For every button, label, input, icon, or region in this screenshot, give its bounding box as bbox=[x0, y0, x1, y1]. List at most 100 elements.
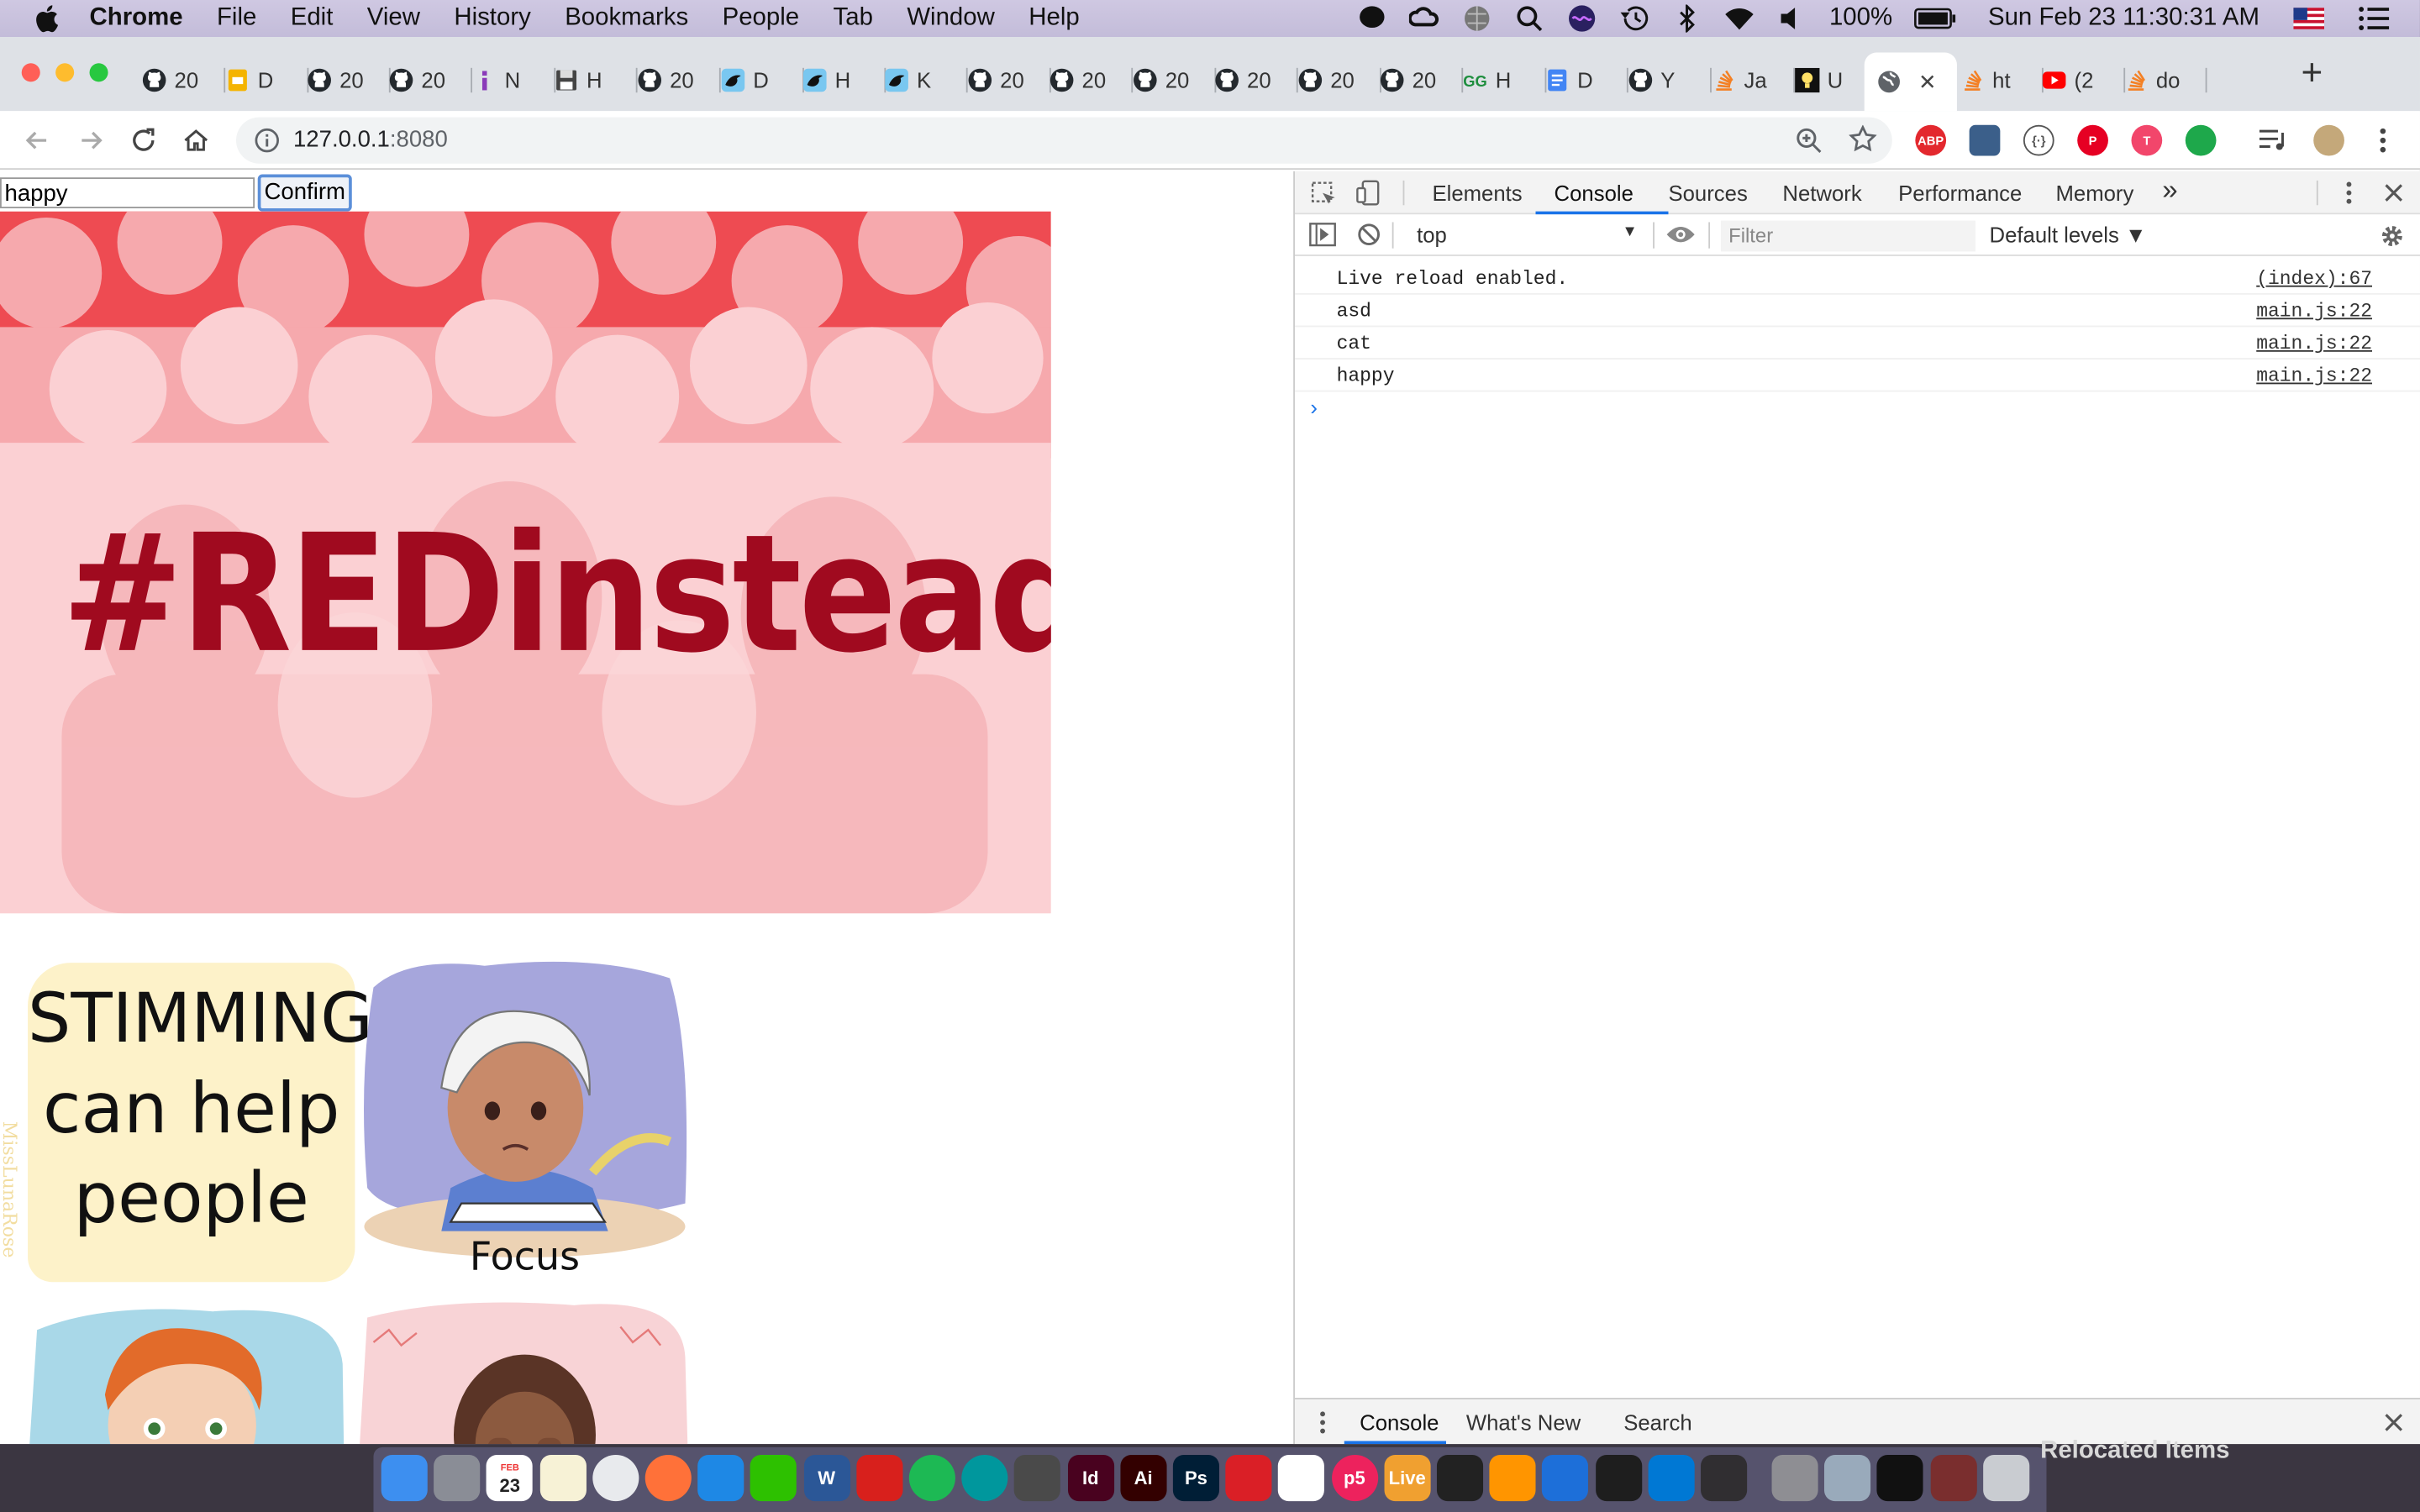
dock-creative-cloud-icon[interactable] bbox=[1225, 1455, 1272, 1502]
browser-tab[interactable]: 20 bbox=[1214, 59, 1298, 102]
bookmark-star-icon[interactable] bbox=[1849, 124, 1877, 153]
browser-tab[interactable]: K bbox=[884, 59, 968, 102]
dock-wechat-icon[interactable] bbox=[750, 1455, 797, 1502]
console-settings-gear-icon[interactable] bbox=[2378, 222, 2406, 257]
browser-tab[interactable]: (2 bbox=[2042, 59, 2126, 102]
forward-button[interactable] bbox=[74, 123, 108, 157]
confirm-button[interactable]: Confirm bbox=[257, 174, 352, 212]
clock[interactable]: Sun Feb 23 11:30:31 AM bbox=[1988, 5, 2260, 33]
menu-people[interactable]: People bbox=[723, 5, 800, 33]
filter-input[interactable]: Filter bbox=[1720, 220, 1975, 252]
browser-tab[interactable]: 20 bbox=[1133, 59, 1217, 102]
tab-network[interactable]: Network bbox=[1782, 181, 1861, 205]
home-button[interactable] bbox=[179, 123, 213, 157]
reload-button[interactable] bbox=[127, 123, 160, 157]
browser-tab[interactable]: 20 bbox=[1050, 59, 1134, 102]
text-input[interactable] bbox=[0, 177, 255, 208]
browser-tab[interactable]: Y bbox=[1628, 59, 1712, 102]
browser-tab[interactable]: D bbox=[721, 59, 804, 102]
dock-indesign-icon[interactable]: Id bbox=[1067, 1455, 1114, 1502]
browser-tab[interactable]: ✕ bbox=[1864, 52, 1957, 112]
dock-word-icon[interactable]: W bbox=[803, 1455, 850, 1502]
browser-tab[interactable]: GG H bbox=[1463, 59, 1547, 102]
profile-avatar[interactable] bbox=[2313, 124, 2344, 156]
devtools-menu-icon[interactable] bbox=[2344, 181, 2354, 213]
dock-spotify-icon[interactable] bbox=[908, 1455, 955, 1502]
close-tab-icon[interactable]: ✕ bbox=[1918, 69, 1937, 95]
dock-calendar-icon[interactable]: FEB 23 bbox=[487, 1455, 534, 1502]
dock-terminal-icon[interactable] bbox=[1877, 1455, 1924, 1502]
browser-tab[interactable]: D bbox=[225, 59, 309, 102]
minimize-window-button[interactable] bbox=[55, 63, 75, 82]
dock-acrobat-icon[interactable] bbox=[855, 1455, 903, 1502]
browser-tab[interactable]: Ja bbox=[1712, 59, 1796, 102]
extension-brackets-icon[interactable]: {·} bbox=[2023, 124, 2054, 156]
dock-live-server-icon[interactable]: Live bbox=[1384, 1455, 1431, 1502]
tab-elements[interactable]: Elements bbox=[1432, 181, 1522, 205]
dock-illustrator-icon[interactable]: Ai bbox=[1120, 1455, 1167, 1502]
dock-slack-icon[interactable] bbox=[1278, 1455, 1325, 1502]
tab-sources[interactable]: Sources bbox=[1668, 181, 1747, 205]
battery-icon[interactable] bbox=[1914, 3, 1957, 34]
drawer-tab-search[interactable]: Search bbox=[1623, 1410, 1691, 1435]
live-expression-eye-icon[interactable] bbox=[1665, 223, 1697, 253]
notification-center-icon[interactable] bbox=[2358, 3, 2390, 34]
drawer-tab-console[interactable]: Console bbox=[1360, 1410, 1439, 1435]
info-icon[interactable] bbox=[255, 128, 279, 153]
close-drawer-icon[interactable] bbox=[2383, 1412, 2405, 1441]
drawer-menu-icon[interactable] bbox=[1318, 1410, 1328, 1443]
dock-photoshop-icon[interactable]: Ps bbox=[1172, 1455, 1219, 1502]
tab-performance[interactable]: Performance bbox=[1898, 181, 2022, 205]
clear-console-icon[interactable] bbox=[1356, 222, 1381, 255]
inspect-element-icon[interactable] bbox=[1310, 181, 1338, 216]
url-text[interactable]: 127.0.0.1:8080 bbox=[293, 127, 448, 153]
log-source-link[interactable]: main.js:22 bbox=[2256, 333, 2372, 355]
dock-sourcetree-icon[interactable] bbox=[1542, 1455, 1589, 1502]
menu-view[interactable]: View bbox=[367, 5, 420, 33]
back-button[interactable] bbox=[20, 123, 54, 157]
extension-blue-icon[interactable] bbox=[1969, 124, 2001, 156]
console-prompt[interactable]: › bbox=[1310, 395, 1318, 419]
dock-system-prefs-icon[interactable] bbox=[1771, 1455, 1818, 1502]
browser-tab[interactable]: 20 bbox=[638, 59, 721, 102]
extension-green-dot-icon[interactable] bbox=[2185, 124, 2217, 156]
device-toolbar-icon[interactable] bbox=[1355, 179, 1383, 214]
search-icon[interactable] bbox=[1514, 3, 1545, 34]
browser-tab[interactable]: 20 bbox=[308, 59, 391, 102]
apple-icon[interactable] bbox=[31, 2, 65, 35]
context-select[interactable]: top ▼ bbox=[1406, 221, 1638, 252]
menu-history[interactable]: History bbox=[454, 5, 530, 33]
menu-app-name[interactable]: Chrome bbox=[90, 5, 183, 33]
menu-edit[interactable]: Edit bbox=[291, 5, 334, 33]
more-tabs-button[interactable]: » bbox=[2162, 175, 2177, 207]
dock-launchpad-icon[interactable] bbox=[434, 1455, 481, 1502]
pinterest-extension-icon[interactable]: P bbox=[2077, 124, 2108, 156]
browser-tab[interactable]: 20 bbox=[1298, 59, 1381, 102]
menu-tab[interactable]: Tab bbox=[834, 5, 873, 33]
dock-sublime-icon[interactable] bbox=[1014, 1455, 1061, 1502]
chrome-menu-icon[interactable] bbox=[2367, 125, 2398, 156]
log-source-link[interactable]: main.js:22 bbox=[2256, 301, 2372, 323]
close-devtools-icon[interactable] bbox=[2383, 182, 2405, 212]
menu-help[interactable]: Help bbox=[1028, 5, 1079, 33]
dock-chrome-icon[interactable] bbox=[592, 1455, 639, 1502]
dock-terminal-app-icon[interactable] bbox=[1436, 1455, 1484, 1502]
dock-notes-icon[interactable] bbox=[539, 1455, 587, 1502]
tab-console[interactable]: Console bbox=[1555, 181, 1634, 205]
new-tab-button[interactable]: + bbox=[2295, 55, 2328, 92]
browser-tab[interactable]: 20 bbox=[389, 59, 473, 102]
dock-figma-icon[interactable] bbox=[1595, 1455, 1642, 1502]
volume-icon[interactable] bbox=[1777, 3, 1808, 34]
menu-file[interactable]: File bbox=[217, 5, 256, 33]
zoom-window-button[interactable] bbox=[89, 63, 108, 82]
us-flag-icon[interactable] bbox=[2293, 3, 2325, 34]
address-bar[interactable]: 127.0.0.1:8080 bbox=[236, 117, 1892, 164]
dock-preview-icon[interactable] bbox=[1824, 1455, 1871, 1502]
dock-vscode-icon[interactable] bbox=[1648, 1455, 1695, 1502]
browser-tab[interactable]: 20 bbox=[1380, 59, 1464, 102]
menu-bookmarks[interactable]: Bookmarks bbox=[565, 5, 688, 33]
siri-icon[interactable] bbox=[1567, 3, 1598, 34]
browser-tab[interactable]: H bbox=[554, 59, 638, 102]
browser-tab[interactable]: 20 bbox=[968, 59, 1051, 102]
extension-t-icon[interactable]: T bbox=[2131, 124, 2163, 156]
